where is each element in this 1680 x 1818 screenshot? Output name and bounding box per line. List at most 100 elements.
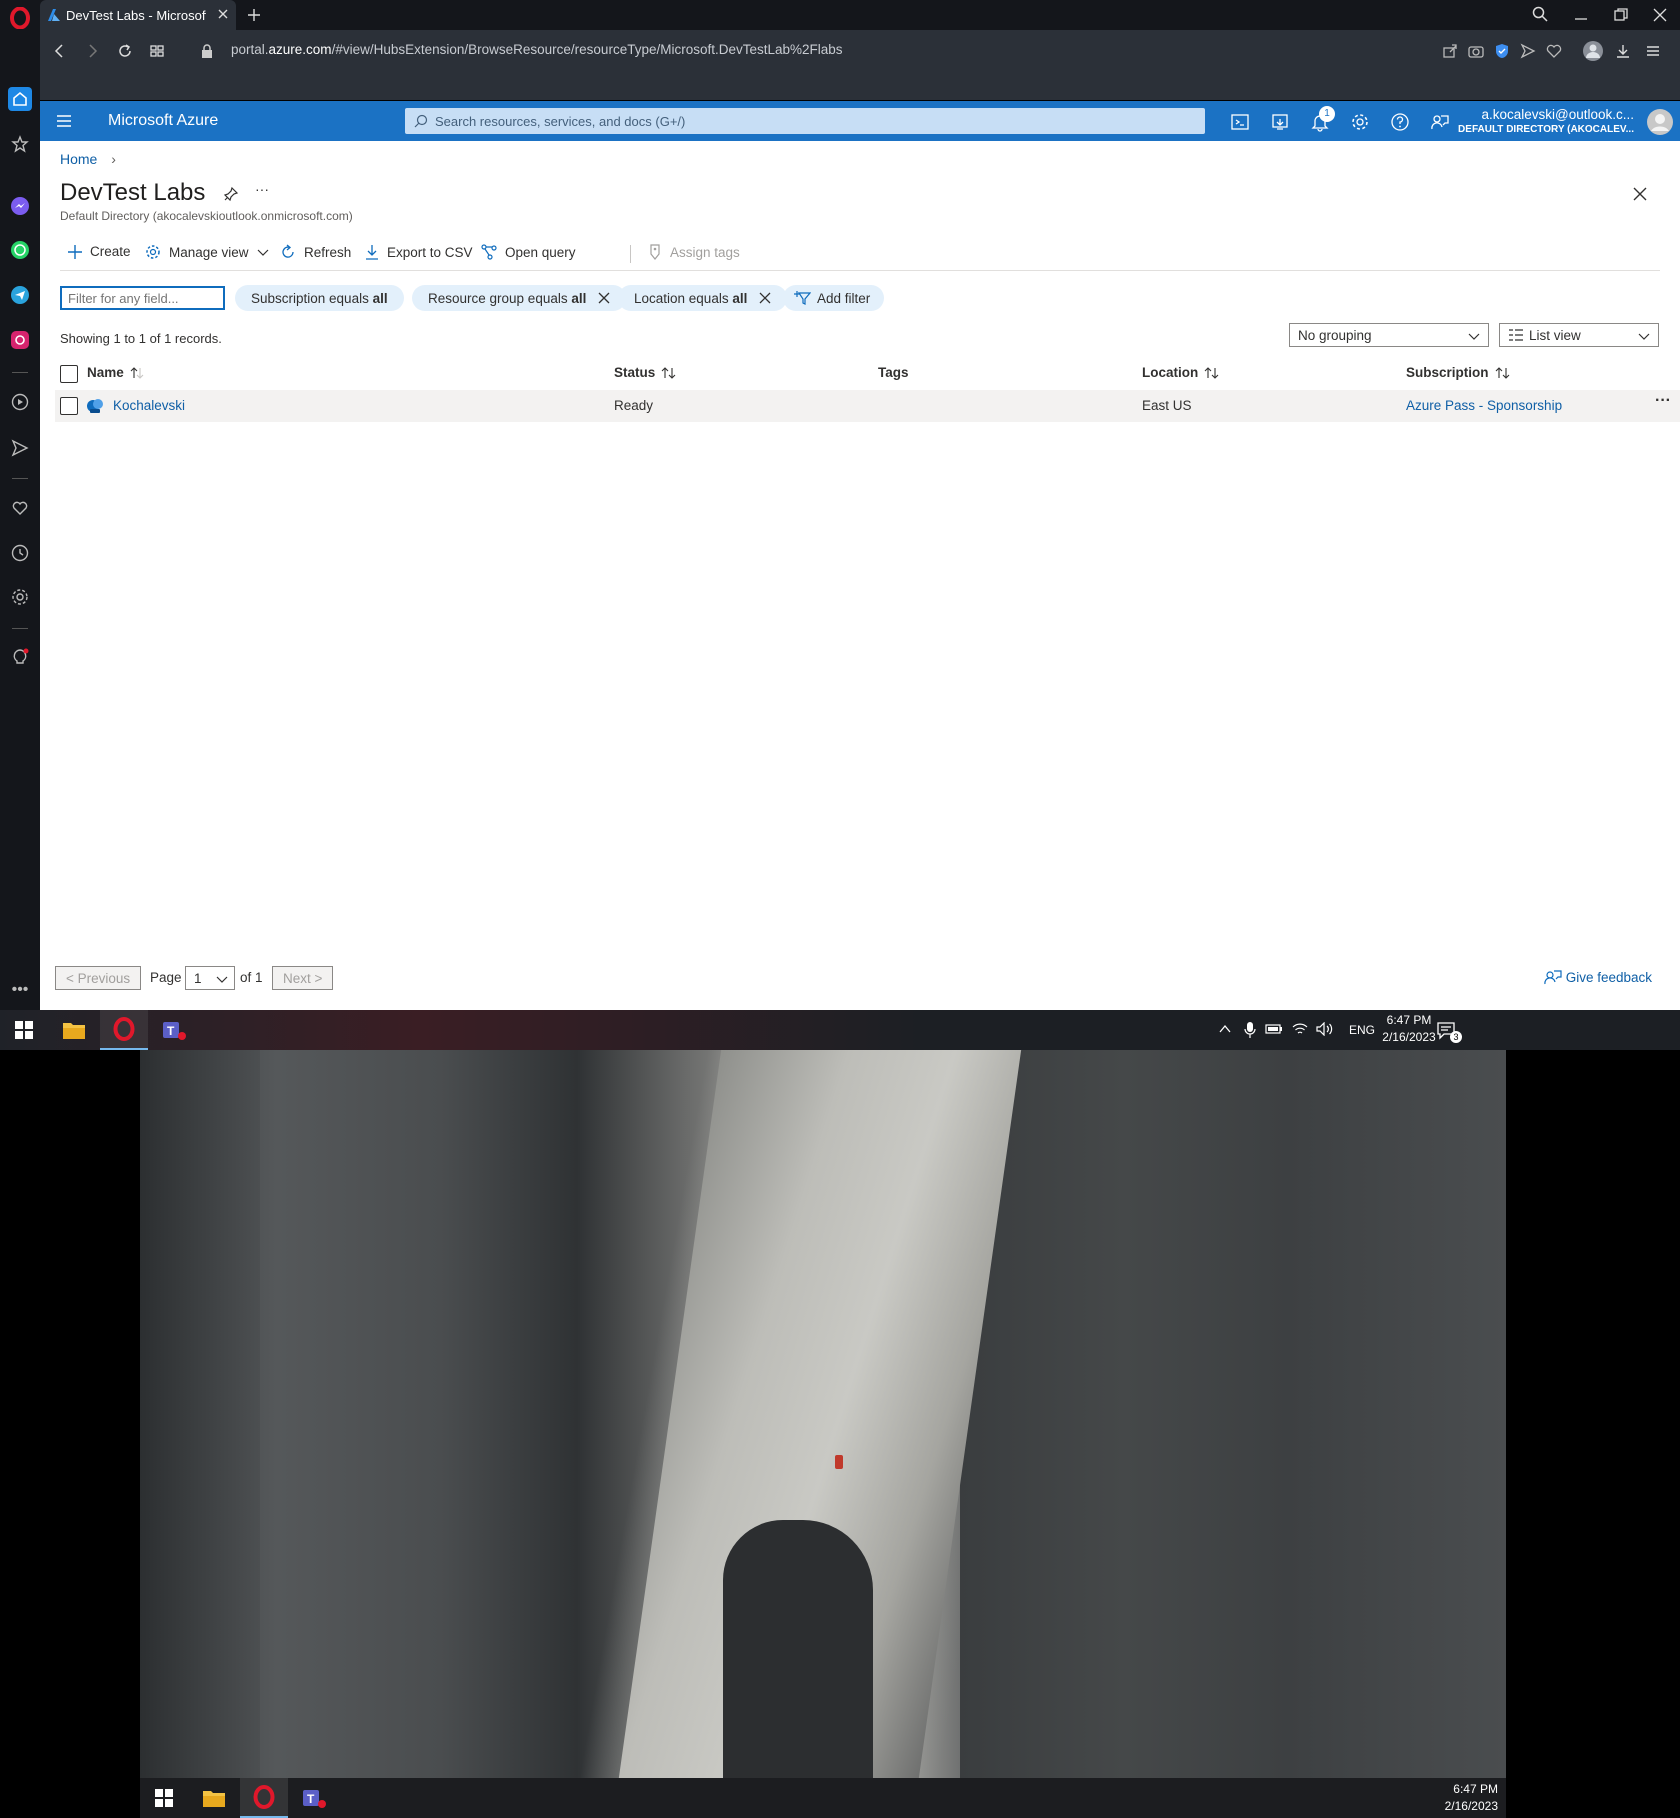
share-icon[interactable] bbox=[1442, 43, 1458, 59]
reload-icon[interactable] bbox=[117, 43, 133, 59]
more-actions-icon[interactable]: ··· bbox=[255, 181, 269, 197]
table-row[interactable]: Kochalevski Ready East US Azure Pass - S… bbox=[55, 390, 1680, 422]
lightbulb-icon[interactable] bbox=[8, 646, 32, 670]
avatar[interactable] bbox=[1646, 108, 1674, 136]
resource-group-filter-pill[interactable]: Resource group equals all bbox=[412, 285, 627, 311]
windows-taskbar: T ENG 6:47 PM 2/16/2023 3 bbox=[0, 1010, 1680, 1050]
vpn-shield-icon[interactable] bbox=[1494, 43, 1510, 59]
page-select[interactable]: 1 bbox=[185, 966, 235, 990]
column-header-tags: Tags bbox=[878, 365, 909, 380]
send-page-icon[interactable] bbox=[1520, 43, 1536, 59]
wifi-icon[interactable] bbox=[1292, 1022, 1308, 1036]
chevron-down-icon bbox=[1638, 333, 1650, 340]
settings-gear-icon[interactable] bbox=[1350, 112, 1370, 132]
pin-icon[interactable] bbox=[223, 186, 239, 202]
grouping-select[interactable]: No grouping bbox=[1289, 323, 1489, 347]
bookmark-heart-icon[interactable] bbox=[1546, 43, 1562, 59]
instagram-icon[interactable] bbox=[8, 328, 32, 352]
column-header-status[interactable]: Status bbox=[614, 365, 677, 380]
black-border bbox=[1506, 1050, 1680, 1818]
filter-input[interactable] bbox=[60, 286, 225, 310]
volume-icon[interactable] bbox=[1316, 1022, 1334, 1036]
profile-icon[interactable] bbox=[1582, 40, 1604, 62]
azure-brand[interactable]: Microsoft Azure bbox=[108, 112, 218, 130]
messenger-icon[interactable] bbox=[8, 194, 32, 218]
lock-icon[interactable] bbox=[200, 43, 214, 59]
microphone-icon[interactable] bbox=[1244, 1021, 1256, 1039]
clock[interactable]: 6:47 PM 2/16/2023 bbox=[1379, 1013, 1439, 1044]
account-menu[interactable]: a.kocalevski@outlook.c... DEFAULT DIRECT… bbox=[1458, 107, 1634, 135]
assign-tags-button[interactable]: Assign tags bbox=[648, 244, 740, 260]
row-more-icon[interactable]: ··· bbox=[1655, 392, 1671, 410]
more-icon[interactable]: ••• bbox=[8, 978, 32, 1002]
create-button[interactable]: Create bbox=[68, 244, 131, 259]
inner-clock: 6:47 PM 2/16/2023 bbox=[1445, 1782, 1498, 1813]
home-icon[interactable] bbox=[8, 87, 32, 111]
close-blade-icon[interactable] bbox=[1632, 186, 1648, 202]
telegram-icon[interactable] bbox=[8, 283, 32, 307]
give-feedback-link[interactable]: Give feedback bbox=[1544, 969, 1652, 985]
add-filter-button[interactable]: Add filter bbox=[783, 285, 885, 311]
opera-logo-icon[interactable] bbox=[8, 6, 32, 30]
directory-filter-icon[interactable] bbox=[1270, 112, 1290, 132]
previous-page-button[interactable]: < Previous bbox=[55, 966, 142, 990]
easy-setup-icon[interactable] bbox=[1645, 43, 1661, 59]
restore-icon[interactable] bbox=[1613, 7, 1629, 23]
sort-icon bbox=[1204, 366, 1219, 379]
language-indicator[interactable]: ENG bbox=[1349, 1023, 1375, 1037]
windows-start-icon[interactable] bbox=[0, 1010, 48, 1050]
select-all-checkbox[interactable] bbox=[60, 365, 78, 383]
download-icon bbox=[366, 245, 378, 260]
forward-icon[interactable] bbox=[84, 43, 100, 59]
send-icon[interactable] bbox=[8, 436, 32, 460]
chevron-up-icon[interactable] bbox=[1218, 1022, 1232, 1036]
teams-icon[interactable]: T bbox=[150, 1010, 198, 1050]
column-header-location[interactable]: Location bbox=[1142, 365, 1220, 380]
clock-time: 6:47 PM bbox=[1386, 1013, 1432, 1027]
wallpaper-rock-right bbox=[960, 1050, 1506, 1778]
whatsapp-icon[interactable] bbox=[8, 238, 32, 262]
feedback-icon[interactable] bbox=[1430, 112, 1450, 132]
download-icon[interactable] bbox=[1615, 43, 1631, 59]
next-page-button[interactable]: Next > bbox=[272, 966, 334, 990]
history-icon[interactable] bbox=[8, 541, 32, 565]
url-field[interactable]: portal.azure.com/#view/HubsExtension/Bro… bbox=[231, 42, 843, 57]
opera-taskbar-icon[interactable] bbox=[100, 1010, 148, 1050]
speed-dial-icon[interactable] bbox=[149, 43, 165, 59]
azure-tab-icon bbox=[47, 8, 61, 22]
new-tab-icon[interactable] bbox=[246, 7, 262, 23]
feedback-person-icon bbox=[1544, 970, 1562, 985]
resource-subscription-link[interactable]: Azure Pass - Sponsorship bbox=[1406, 398, 1562, 413]
cloud-shell-icon[interactable] bbox=[1230, 112, 1250, 132]
battery-icon[interactable] bbox=[1265, 1022, 1283, 1036]
window-close-icon[interactable] bbox=[1652, 7, 1668, 23]
column-header-subscription[interactable]: Subscription bbox=[1406, 365, 1511, 380]
minimize-icon[interactable] bbox=[1573, 7, 1589, 23]
snapshot-icon[interactable] bbox=[1468, 43, 1484, 59]
heart-icon[interactable] bbox=[8, 496, 32, 520]
tab-devtest-labs[interactable]: DevTest Labs - Microsoft A bbox=[40, 0, 236, 30]
help-icon[interactable] bbox=[1390, 112, 1410, 132]
portal-menu-icon[interactable] bbox=[56, 113, 72, 129]
export-csv-button[interactable]: Export to CSV bbox=[365, 244, 473, 260]
view-mode-select[interactable]: List view bbox=[1499, 323, 1659, 347]
open-query-button[interactable]: Open query bbox=[481, 244, 576, 260]
breadcrumb-home[interactable]: Home bbox=[60, 151, 97, 167]
back-icon[interactable] bbox=[52, 43, 68, 59]
global-search-input[interactable]: Search resources, services, and docs (G+… bbox=[405, 108, 1205, 134]
search-tabs-icon[interactable] bbox=[1532, 6, 1548, 22]
location-filter-pill[interactable]: Location equals all bbox=[618, 285, 788, 311]
tab-close-icon[interactable] bbox=[216, 7, 230, 21]
column-header-name[interactable]: Name bbox=[87, 365, 144, 380]
black-border bbox=[0, 1050, 140, 1818]
row-checkbox[interactable] bbox=[60, 397, 78, 415]
subscription-filter-pill[interactable]: Subscription equals all bbox=[235, 285, 404, 311]
refresh-button[interactable]: Refresh bbox=[280, 244, 351, 260]
settings-icon[interactable] bbox=[8, 585, 32, 609]
star-icon[interactable] bbox=[8, 132, 32, 156]
file-explorer-icon[interactable] bbox=[50, 1010, 98, 1050]
sort-ascending-icon bbox=[130, 366, 144, 379]
resource-name-link[interactable]: Kochalevski bbox=[113, 398, 185, 413]
manage-view-button[interactable]: Manage view bbox=[145, 244, 277, 260]
player-icon[interactable] bbox=[8, 390, 32, 414]
